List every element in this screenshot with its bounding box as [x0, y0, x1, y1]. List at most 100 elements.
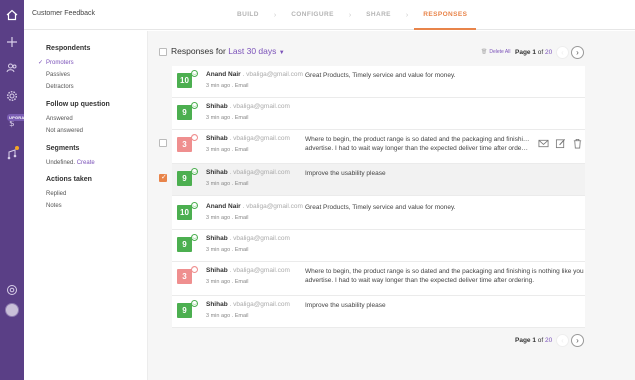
score-badge: 9 [177, 171, 192, 186]
response-text: Improve the usability please [305, 302, 386, 309]
app-title: Customer Feedback [32, 10, 96, 17]
response-meta: 3 min ago . Email [206, 181, 249, 187]
response-row[interactable]: 10 ◡ Anand Nair . vbaliga@gmail.com 3 mi… [172, 66, 585, 98]
filter-notes[interactable]: Notes [46, 200, 92, 212]
notification-dot [15, 146, 19, 150]
pager-bottom: Page 1 of 20 [515, 337, 553, 344]
create-segment-link[interactable]: Create [77, 160, 95, 166]
filter-heading: Respondents [46, 45, 91, 52]
row-checkbox[interactable] [159, 173, 167, 182]
smiley-icon: ◡ [191, 202, 198, 209]
response-meta: 3 min ago . Email [206, 279, 249, 285]
prev-page-button[interactable]: ‹ [556, 46, 569, 59]
chevron-right-icon: › [405, 11, 409, 19]
trash-icon: 🗑 [481, 49, 488, 55]
home-icon[interactable] [4, 7, 20, 23]
tab-responses[interactable]: RESPONSES [414, 0, 477, 30]
respondent-name: Shihab . vbaliga@gmail.com [206, 235, 290, 242]
response-meta: 3 min ago . Email [206, 215, 249, 221]
segments-line: Undefined. Create [46, 157, 95, 169]
trash-icon[interactable] [572, 138, 583, 149]
filter-replied[interactable]: Replied [46, 188, 92, 200]
filter-not-answered[interactable]: Not answered [46, 125, 110, 137]
chevron-right-icon: › [273, 11, 277, 19]
response-text: Improve the usability please [305, 170, 386, 177]
response-row[interactable]: 3 ◠ Shihab . vbaliga@gmail.com 3 min ago… [172, 130, 585, 164]
response-row[interactable]: 9 ◡ Shihab . vbaliga@gmail.com 3 min ago… [172, 296, 585, 328]
response-row[interactable]: 9 ◡ Shihab . vbaliga@gmail.com 3 min ago… [172, 164, 585, 196]
respondent-name: Shihab . vbaliga@gmail.com [206, 103, 290, 110]
smiley-icon: ◡ [191, 300, 198, 307]
chevron-right-icon: › [348, 11, 352, 19]
score-badge: 3 [177, 137, 192, 152]
filter-segments: Segments Undefined. Create [46, 145, 95, 169]
response-meta: 3 min ago . Email [206, 147, 249, 153]
next-page-button[interactable]: › [571, 334, 584, 347]
filter-heading: Actions taken [46, 176, 92, 183]
score-badge: 9 [177, 237, 192, 252]
response-meta: 3 min ago . Email [206, 247, 249, 253]
top-bar: Customer Feedback BUILD › CONFIGURE › SH… [24, 0, 635, 30]
filters-panel: Respondents ✓ Promoters Passives Detracto… [24, 31, 148, 380]
delete-all-button[interactable]: 🗑 Delete All [481, 49, 510, 55]
score-badge: 9 [177, 303, 192, 318]
tab-configure[interactable]: CONFIGURE [288, 0, 337, 30]
row-actions [538, 138, 583, 149]
respondent-name: Shihab . vbaliga@gmail.com [206, 301, 290, 308]
prev-page-button[interactable]: ‹ [556, 334, 569, 347]
pager-top: Page 1 of 20 [515, 49, 553, 56]
response-row[interactable]: 9 ◡ Shihab . vbaliga@gmail.com 3 min ago… [172, 98, 585, 130]
respondent-name: Shihab . vbaliga@gmail.com [206, 135, 290, 142]
step-nav: BUILD › CONFIGURE › SHARE › RESPONSES [234, 0, 477, 30]
mail-icon[interactable] [538, 138, 549, 149]
response-row[interactable]: 9 ◡ Shihab . vbaliga@gmail.com 3 min ago… [172, 230, 585, 262]
filter-followup: Follow up question Answered Not answered [46, 101, 110, 137]
contacts-icon[interactable] [4, 60, 20, 76]
sad-face-icon: ◠ [191, 134, 198, 141]
smiley-icon: ◡ [191, 102, 198, 109]
tab-share[interactable]: SHARE [363, 0, 394, 30]
smiley-icon: ◡ [191, 168, 198, 175]
tab-build[interactable]: BUILD [234, 0, 262, 30]
sad-face-icon: ◠ [191, 266, 198, 273]
caret-down-icon[interactable]: ▼ [279, 50, 285, 56]
smiley-icon: ◡ [191, 70, 198, 77]
segments-undefined: Undefined. [46, 160, 76, 166]
edit-icon[interactable] [555, 138, 566, 149]
avatar[interactable] [5, 303, 19, 317]
response-row[interactable]: 3 ◠ Shihab . vbaliga@gmail.com 3 min ago… [172, 262, 585, 296]
responses-for-label: Responses for Last 30 days ▼ [171, 46, 285, 56]
score-badge: 3 [177, 269, 192, 284]
response-text: Great Products, Timely service and value… [305, 204, 456, 211]
respondent-name: Anand Nair . vbaliga@gmail.com [206, 71, 303, 78]
score-badge: 9 [177, 105, 192, 120]
icon-rail: $ UPGRADE [0, 0, 33, 380]
filter-heading: Follow up question [46, 101, 110, 108]
settings-icon[interactable] [4, 88, 20, 104]
score-badge: 10 [177, 73, 192, 88]
check-icon: ✓ [38, 60, 44, 66]
filter-answered[interactable]: Answered [46, 113, 110, 125]
select-all-checkbox[interactable] [159, 48, 167, 56]
add-icon[interactable] [4, 34, 20, 50]
row-checkbox[interactable] [159, 139, 167, 147]
smiley-icon: ◡ [191, 234, 198, 241]
next-page-button[interactable]: › [571, 46, 584, 59]
filter-promoters[interactable]: ✓ Promoters [38, 57, 90, 69]
filter-respondents: Respondents ✓ Promoters Passives Detracto… [38, 45, 91, 93]
filter-passives[interactable]: Passives [46, 69, 90, 81]
respondent-name: Shihab . vbaliga@gmail.com [206, 267, 290, 274]
filter-heading: Segments [46, 145, 80, 152]
response-meta: 3 min ago . Email [206, 115, 249, 121]
filter-actions-taken: Actions taken Replied Notes [46, 176, 92, 212]
response-row[interactable]: 10 ◡ Anand Nair . vbaliga@gmail.com 3 mi… [172, 196, 585, 230]
respondent-name: Anand Nair . vbaliga@gmail.com [206, 203, 303, 210]
response-meta: 3 min ago . Email [206, 313, 249, 319]
respondent-name: Shihab . vbaliga@gmail.com [206, 169, 290, 176]
score-badge: 10 [177, 205, 192, 220]
filter-detractors[interactable]: Detractors [46, 81, 90, 93]
response-text: Great Products, Timely service and value… [305, 72, 456, 79]
help-icon[interactable] [4, 282, 20, 298]
date-range-dropdown[interactable]: Last 30 days [228, 46, 276, 56]
response-meta: 3 min ago . Email [206, 83, 249, 89]
